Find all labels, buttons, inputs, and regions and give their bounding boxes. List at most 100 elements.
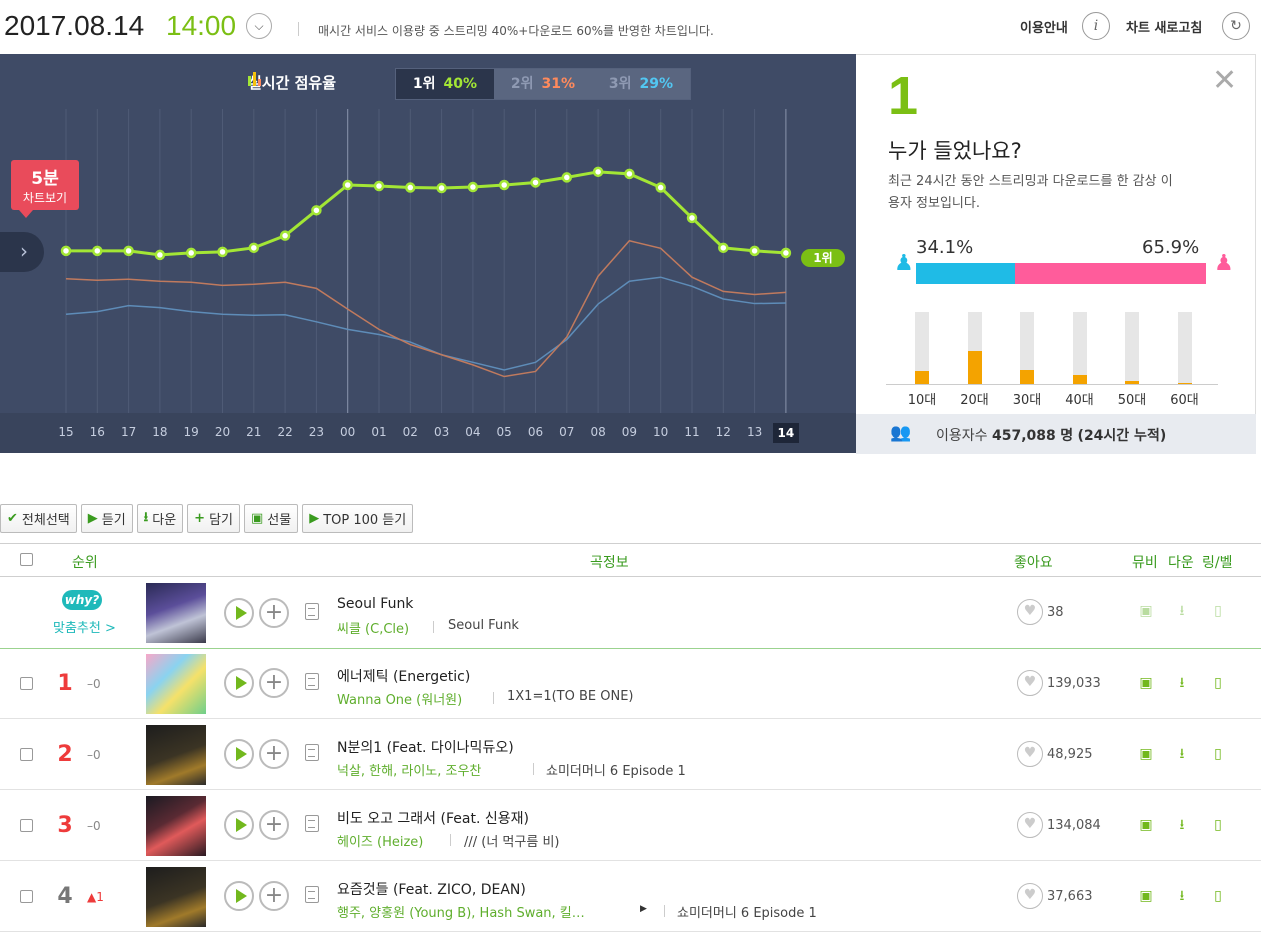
series-point-rank-1[interactable] [248, 242, 260, 254]
tab-rank-1[interactable]: 1위 40% [396, 69, 494, 99]
song-title[interactable]: 에너제틱 (Energetic) [337, 666, 470, 686]
add-button[interactable]: + [259, 739, 289, 769]
add-button[interactable]: + [259, 598, 289, 628]
series-point-rank-1[interactable] [185, 247, 197, 259]
series-point-rank-1[interactable] [311, 205, 322, 216]
song-title[interactable]: 비도 오고 그래서 (Feat. 신용재) [337, 808, 529, 828]
ringtone-icon[interactable]: ▯ [1210, 889, 1226, 904]
series-point-rank-1[interactable] [436, 182, 447, 194]
album-art[interactable] [146, 725, 206, 785]
song-info-icon[interactable] [305, 815, 319, 832]
series-point-rank-1[interactable] [92, 245, 103, 257]
album-name[interactable]: Seoul Funk [448, 618, 519, 633]
series-point-rank-1[interactable] [467, 181, 479, 193]
recommend-link[interactable]: 맞춤추천 > [53, 617, 116, 636]
song-info-icon[interactable] [305, 673, 319, 690]
heart-icon[interactable]: ♥ [1017, 883, 1043, 909]
album-art[interactable] [146, 796, 206, 856]
series-point-rank-1[interactable] [217, 246, 228, 258]
play-button[interactable] [224, 598, 254, 628]
row-checkbox[interactable] [20, 748, 33, 761]
download-icon[interactable]: ⭳ [1174, 818, 1190, 833]
play-button[interactable] [224, 810, 254, 840]
song-info-icon[interactable] [305, 886, 319, 903]
play-button[interactable] [224, 881, 254, 911]
artist-name[interactable]: Wanna One (워너원) [337, 689, 462, 708]
series-point-rank-1[interactable] [342, 179, 353, 191]
heart-icon[interactable]: ♥ [1017, 599, 1043, 625]
album-name[interactable]: 1X1=1(TO BE ONE) [507, 689, 634, 704]
series-point-rank-1[interactable] [686, 212, 698, 224]
add-button[interactable]: + [259, 881, 289, 911]
series-point-rank-1[interactable] [530, 177, 541, 188]
download-button[interactable]: ⭳ 다운 [136, 504, 184, 533]
series-point-rank-1[interactable] [655, 182, 666, 193]
album-art[interactable] [146, 654, 206, 714]
add-button[interactable]: + [259, 668, 289, 698]
why-badge[interactable]: why? [62, 590, 102, 610]
album-art[interactable] [146, 867, 206, 927]
artist-name[interactable]: 헤이즈 (Heize) [337, 831, 423, 850]
play-button[interactable] [224, 739, 254, 769]
row-checkbox[interactable] [20, 677, 33, 690]
play-button[interactable] [224, 668, 254, 698]
song-info-icon[interactable] [305, 744, 319, 761]
series-point-rank-1[interactable] [154, 249, 166, 261]
artist-name[interactable]: 행주, 양홍원 (Young B), Hash Swan, 킬… [337, 902, 585, 921]
gift-button[interactable]: ▣ 선물 [243, 504, 299, 533]
ringtone-icon[interactable]: ▯ [1210, 747, 1226, 762]
series-point-rank-1[interactable] [718, 242, 729, 254]
chevron-down-icon[interactable]: ⌵ [246, 13, 272, 39]
series-point-rank-1[interactable] [405, 182, 416, 193]
album-art[interactable] [146, 583, 206, 643]
mv-icon[interactable]: ▣ [1138, 889, 1154, 904]
five-minute-chart-button[interactable]: 5분 차트보기 [11, 160, 79, 218]
series-point-rank-1[interactable] [373, 180, 385, 192]
ringtone-icon[interactable]: ▯ [1210, 818, 1226, 833]
song-info-icon[interactable] [305, 603, 319, 620]
heart-icon[interactable]: ♥ [1017, 812, 1043, 838]
download-icon[interactable]: ⭳ [1174, 747, 1190, 762]
more-artists-arrow[interactable]: ▶ [640, 904, 647, 914]
guide-link[interactable]: 이용안내 [1020, 17, 1068, 36]
download-icon[interactable]: ⭳ [1174, 604, 1190, 619]
download-icon[interactable]: ⭳ [1174, 676, 1190, 691]
heart-icon[interactable]: ♥ [1017, 741, 1043, 767]
artist-name[interactable]: 넉살, 한해, 라이노, 조우찬 [337, 760, 481, 779]
download-icon[interactable]: ⭳ [1174, 889, 1190, 904]
row-checkbox[interactable] [20, 819, 33, 832]
ringtone-icon[interactable]: ▯ [1210, 676, 1226, 691]
top100-listen-button[interactable]: ▶ TOP 100 듣기 [302, 504, 414, 533]
mv-icon[interactable]: ▣ [1138, 747, 1154, 762]
song-title[interactable]: 요즘것들 (Feat. ZICO, DEAN) [337, 879, 526, 899]
song-title[interactable]: Seoul Funk [337, 596, 413, 612]
mv-icon[interactable]: ▣ [1138, 818, 1154, 833]
chevron-right-icon[interactable]: › [0, 232, 44, 272]
add-button[interactable]: + 담기 [187, 504, 240, 533]
series-point-rank-1[interactable] [561, 172, 573, 183]
series-point-rank-1[interactable] [592, 166, 604, 178]
close-icon[interactable]: ✕ [1212, 63, 1237, 98]
info-icon[interactable]: i [1082, 12, 1110, 40]
listen-button[interactable]: ▶ 듣기 [80, 504, 133, 533]
add-button[interactable]: + [259, 810, 289, 840]
refresh-icon[interactable]: ↻ [1222, 12, 1250, 40]
tab-rank-3[interactable]: 3위 29% [592, 69, 690, 99]
series-point-rank-1[interactable] [123, 245, 134, 257]
ringtone-icon[interactable]: ▯ [1210, 604, 1226, 619]
series-point-rank-1[interactable] [498, 179, 510, 191]
series-point-rank-1[interactable] [279, 230, 291, 241]
album-name[interactable]: 쇼미더머니 6 Episode 1 [677, 902, 817, 921]
album-name[interactable]: 쇼미더머니 6 Episode 1 [546, 760, 686, 779]
refresh-chart-link[interactable]: 차트 새로고침 [1126, 17, 1202, 36]
heart-icon[interactable]: ♥ [1017, 670, 1043, 696]
series-point-rank-1[interactable] [60, 245, 72, 257]
mv-icon[interactable]: ▣ [1138, 604, 1154, 619]
series-point-rank-1[interactable] [780, 247, 792, 259]
row-checkbox[interactable] [20, 890, 33, 903]
tab-rank-2[interactable]: 2위 31% [494, 69, 592, 99]
select-all-button[interactable]: ✔ 전체선택 [0, 504, 77, 533]
album-name[interactable]: /// (너 먹구름 비) [464, 831, 559, 850]
song-title[interactable]: N분의1 (Feat. 다이나믹듀오) [337, 737, 514, 757]
series-point-rank-1[interactable] [624, 168, 635, 180]
